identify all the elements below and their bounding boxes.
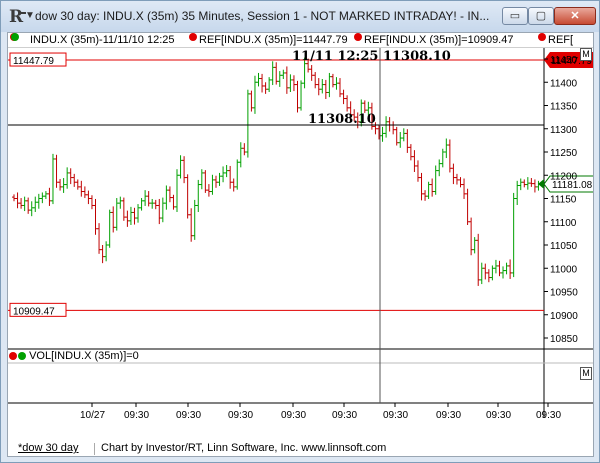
crosshair-value: 11308.10 (308, 112, 376, 127)
x-tick-label: 09:30 (536, 410, 561, 421)
x-tick-label: 09:30 (486, 410, 511, 421)
y-tick-label: 11250 (550, 148, 578, 159)
x-tick-label: 09:30 (228, 410, 253, 421)
title-dropdown-icon[interactable]: ▼ (25, 10, 35, 21)
x-tick-label: 09:30 (332, 410, 357, 421)
volume-legend: VOL[INDU.X (35m)]=0 (9, 349, 139, 363)
x-tick-label: 09:30 (281, 410, 306, 421)
chart-credit: Chart by Investor/RT, Linn Software, Inc… (101, 442, 387, 454)
volume-indicator-icons[interactable] (9, 350, 26, 362)
y-tick-label: 11350 (550, 102, 578, 113)
ref-high-label: 11447.79 (13, 56, 54, 67)
y-tick-label: 11150 (550, 195, 577, 206)
y-tick-label: 11400 (550, 78, 578, 89)
x-tick-label: 09:30 (176, 410, 201, 421)
ref-low-label: 10909.47 (13, 306, 55, 317)
price-chart[interactable]: 11447.7910909.4711447.7911181.0811/11 12… (8, 33, 593, 456)
chart-page-link[interactable]: *dow 30 day (18, 442, 79, 454)
status-bar: *dow 30 day Chart by Investor/RT, Linn S… (1, 441, 599, 462)
y-tick-label: 11100 (550, 218, 577, 229)
status-divider (94, 443, 95, 455)
x-tick-label: 09:30 (124, 410, 149, 421)
minimize-button[interactable]: ▭ (502, 7, 528, 25)
chart-client-area[interactable]: INDU.X (35m)-11/11/10 12:25 REF[INDU.X (… (7, 32, 594, 457)
y-tick-label: 11300 (550, 125, 578, 136)
y-tick-label: 11200 (550, 171, 578, 182)
close-button[interactable]: ✕ (554, 7, 596, 25)
volume-legend-text: VOL[INDU.X (35m)]=0 (29, 350, 139, 362)
title-bar[interactable]: R ▼ dow 30 day: INDU.X (35m) 35 Minutes,… (1, 1, 599, 32)
x-tick-label: 09:30 (383, 410, 408, 421)
x-tick-label: 10/27 (80, 410, 105, 421)
x-tick-label: 09:30 (436, 410, 461, 421)
y-tick-label: 10900 (550, 311, 578, 322)
crosshair-readout: 11/11 12:25 11308.10 (292, 49, 451, 64)
price-panel-menu-box[interactable]: M (580, 48, 592, 61)
y-tick-label: 11000 (550, 264, 578, 275)
chart-window: R ▼ dow 30 day: INDU.X (35m) 35 Minutes,… (0, 0, 600, 463)
y-tick-label: 11050 (550, 241, 578, 252)
volume-panel-menu-box[interactable]: M (580, 367, 592, 380)
y-tick-label: 10850 (550, 334, 578, 345)
window-title: dow 30 day: INDU.X (35m) 35 Minutes, Ses… (35, 9, 490, 23)
y-tick-label: 11450 (550, 55, 578, 66)
maximize-button[interactable]: ▢ (528, 7, 554, 25)
y-tick-label: 10950 (550, 288, 578, 299)
